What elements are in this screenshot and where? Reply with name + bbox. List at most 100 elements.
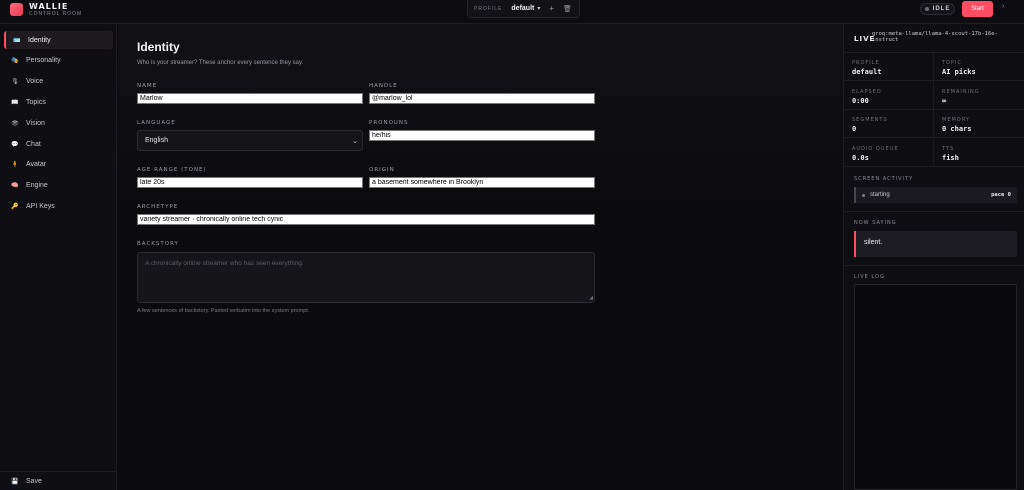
resize-grip-icon[interactable]: ◢	[589, 295, 593, 301]
floppy-disk-icon: 💾	[11, 479, 19, 485]
sidebar-item-personality[interactable]: 🎭 Personality	[4, 52, 113, 70]
sidebar-item-label: Topics	[26, 98, 46, 106]
sidebar-item-label: API Keys	[26, 202, 55, 210]
stat-label: TOPIC	[942, 60, 962, 66]
stat-value: 0:00	[852, 96, 869, 105]
pronouns-input[interactable]	[369, 130, 595, 141]
sidebar-item-label: Personality	[26, 57, 61, 65]
live-log-label: LIVE LOG	[854, 274, 885, 280]
app-name: WALLIE	[29, 2, 69, 11]
top-bar: WALLIE CONTROL ROOM PROFILE default ▾ + …	[0, 0, 1024, 24]
language-value: English	[145, 137, 168, 144]
origin-label: ORIGIN	[369, 167, 395, 173]
stat-audio-queue: AUDIO QUEUE 0.0s	[844, 138, 934, 167]
app-subtitle: CONTROL ROOM	[29, 11, 83, 17]
live-header: LIVE groq:meta-llama/llama-4-scout-17b-1…	[844, 24, 1024, 53]
stat-label: AUDIO QUEUE	[852, 145, 899, 152]
screen-activity-row: starting pace 0	[854, 187, 1017, 203]
sidebar-item-label: Avatar	[26, 161, 47, 169]
backstory-label: BACKSTORY	[137, 241, 179, 247]
archetype-input[interactable]	[137, 214, 595, 225]
name-input[interactable]	[137, 93, 363, 104]
stat-label: REMAINING	[942, 88, 980, 95]
screen-activity-label: SCREEN ACTIVITY	[854, 176, 914, 182]
activity-dot-icon	[862, 193, 865, 197]
stat-elapsed: ELAPSED 0:00	[844, 81, 934, 110]
sidebar-item-label: Identity	[28, 36, 51, 44]
sidebar-item-label: Vision	[26, 119, 45, 127]
main-content: Identity Who is your streamer? These anc…	[118, 24, 843, 490]
backstory-helper: A few sentences of backstory. Pasted ver…	[137, 308, 310, 314]
speech-bubble-icon: 💬	[11, 141, 19, 148]
age-range-input[interactable]	[137, 177, 363, 188]
save-button[interactable]: 💾 Save	[10, 478, 42, 485]
logo-icon	[10, 3, 23, 16]
stat-label: MEMORY	[942, 117, 970, 123]
pronouns-label: PRONOUNS	[369, 120, 409, 126]
live-log[interactable]	[854, 284, 1017, 490]
sidebar-item-label: Chat	[26, 140, 41, 148]
sidebar-item-label: Voice	[26, 78, 44, 86]
profile-bar: PROFILE default ▾ + 🗑	[467, 0, 580, 18]
activity-state: starting	[870, 192, 890, 198]
live-panel: LIVE groq:meta-llama/llama-4-scout-17b-1…	[843, 24, 1024, 490]
language-label: LANGUAGE	[137, 120, 176, 126]
stat-value: 0.0s	[852, 153, 869, 162]
status-text: IDLE	[932, 6, 951, 12]
sidebar-item-identity[interactable]: 🪪 Identity	[4, 31, 113, 49]
stat-remaining: REMAINING ∞	[934, 82, 1024, 110]
stat-tts: TTS fish	[934, 139, 1024, 167]
add-profile-button[interactable]: +	[549, 4, 554, 13]
more-menu-button[interactable]: ›	[1002, 3, 1004, 10]
sidebar-footer: 💾 Save	[0, 471, 117, 490]
chevron-down-icon[interactable]: ▾	[537, 5, 540, 12]
now-saying-label: NOW SAYING	[854, 220, 897, 226]
book-icon: 📖	[11, 99, 19, 106]
sidebar-item-vision[interactable]: 👁 Vision	[4, 114, 113, 132]
sidebar-item-voice[interactable]: 🎙 Voice	[4, 73, 113, 91]
stat-topic: TOPIC AI picks	[934, 53, 1024, 81]
age-range-label: AGE RANGE (TONE)	[137, 167, 207, 173]
sidebar-item-api-keys[interactable]: 🔑 API Keys	[4, 197, 113, 215]
stat-value: fish	[942, 153, 959, 162]
handle-input[interactable]	[369, 93, 595, 104]
page-title: Identity	[137, 40, 180, 54]
divider	[844, 211, 1024, 212]
sidebar: 🪪 Identity 🎭 Personality 🎙 Voice 📖 Topics 👁 Visio…	[0, 24, 117, 490]
stat-value: AI picks	[942, 68, 976, 76]
archetype-label: ARCHETYPE	[137, 204, 179, 210]
stat-profile: PROFILE default	[844, 53, 934, 81]
now-saying-box: silent.	[854, 231, 1017, 257]
sidebar-item-label: Engine	[26, 182, 48, 190]
stat-value: 0 chars	[942, 125, 972, 133]
sidebar-item-avatar[interactable]: 🧍 Avatar	[4, 156, 113, 174]
stat-label: SEGMENTS	[852, 117, 888, 123]
delete-profile-button[interactable]: 🗑	[563, 5, 572, 13]
profile-select[interactable]: default	[511, 5, 534, 12]
stat-value: 0	[852, 125, 857, 133]
backstory-textarea[interactable]: A chronically online streamer who has se…	[137, 252, 595, 303]
chevron-down-icon: ⌄	[352, 138, 358, 145]
sidebar-item-engine[interactable]: 🧠 Engine	[4, 177, 113, 195]
name-label: NAME	[137, 83, 158, 89]
handle-label: HANDLE	[369, 83, 398, 89]
status-badge: IDLE	[920, 3, 955, 15]
stat-label: PROFILE	[852, 60, 880, 66]
sidebar-item-chat[interactable]: 💬 Chat	[4, 135, 113, 153]
start-button[interactable]: Start	[962, 1, 993, 17]
backstory-placeholder: A chronically online streamer who has se…	[145, 260, 304, 267]
model-name: groq:meta-llama/llama-4-scout-17b-16e-in…	[872, 31, 998, 43]
page-subtitle: Who is your streamer? These anchor every…	[137, 60, 304, 66]
language-select[interactable]: English ⌄	[137, 130, 363, 151]
stat-value: ∞	[942, 96, 947, 105]
sidebar-item-topics[interactable]: 📖 Topics	[4, 93, 113, 111]
status-dot-icon	[924, 7, 929, 11]
stat-memory: MEMORY 0 chars	[934, 110, 1024, 138]
stat-label: ELAPSED	[852, 88, 882, 95]
origin-input[interactable]	[369, 177, 595, 188]
microphone-icon: 🎙	[11, 79, 19, 86]
profile-label: PROFILE	[474, 5, 503, 12]
divider	[844, 265, 1024, 266]
pace-value: pace 0	[991, 192, 1011, 198]
theater-icon: 🎭	[11, 58, 19, 65]
